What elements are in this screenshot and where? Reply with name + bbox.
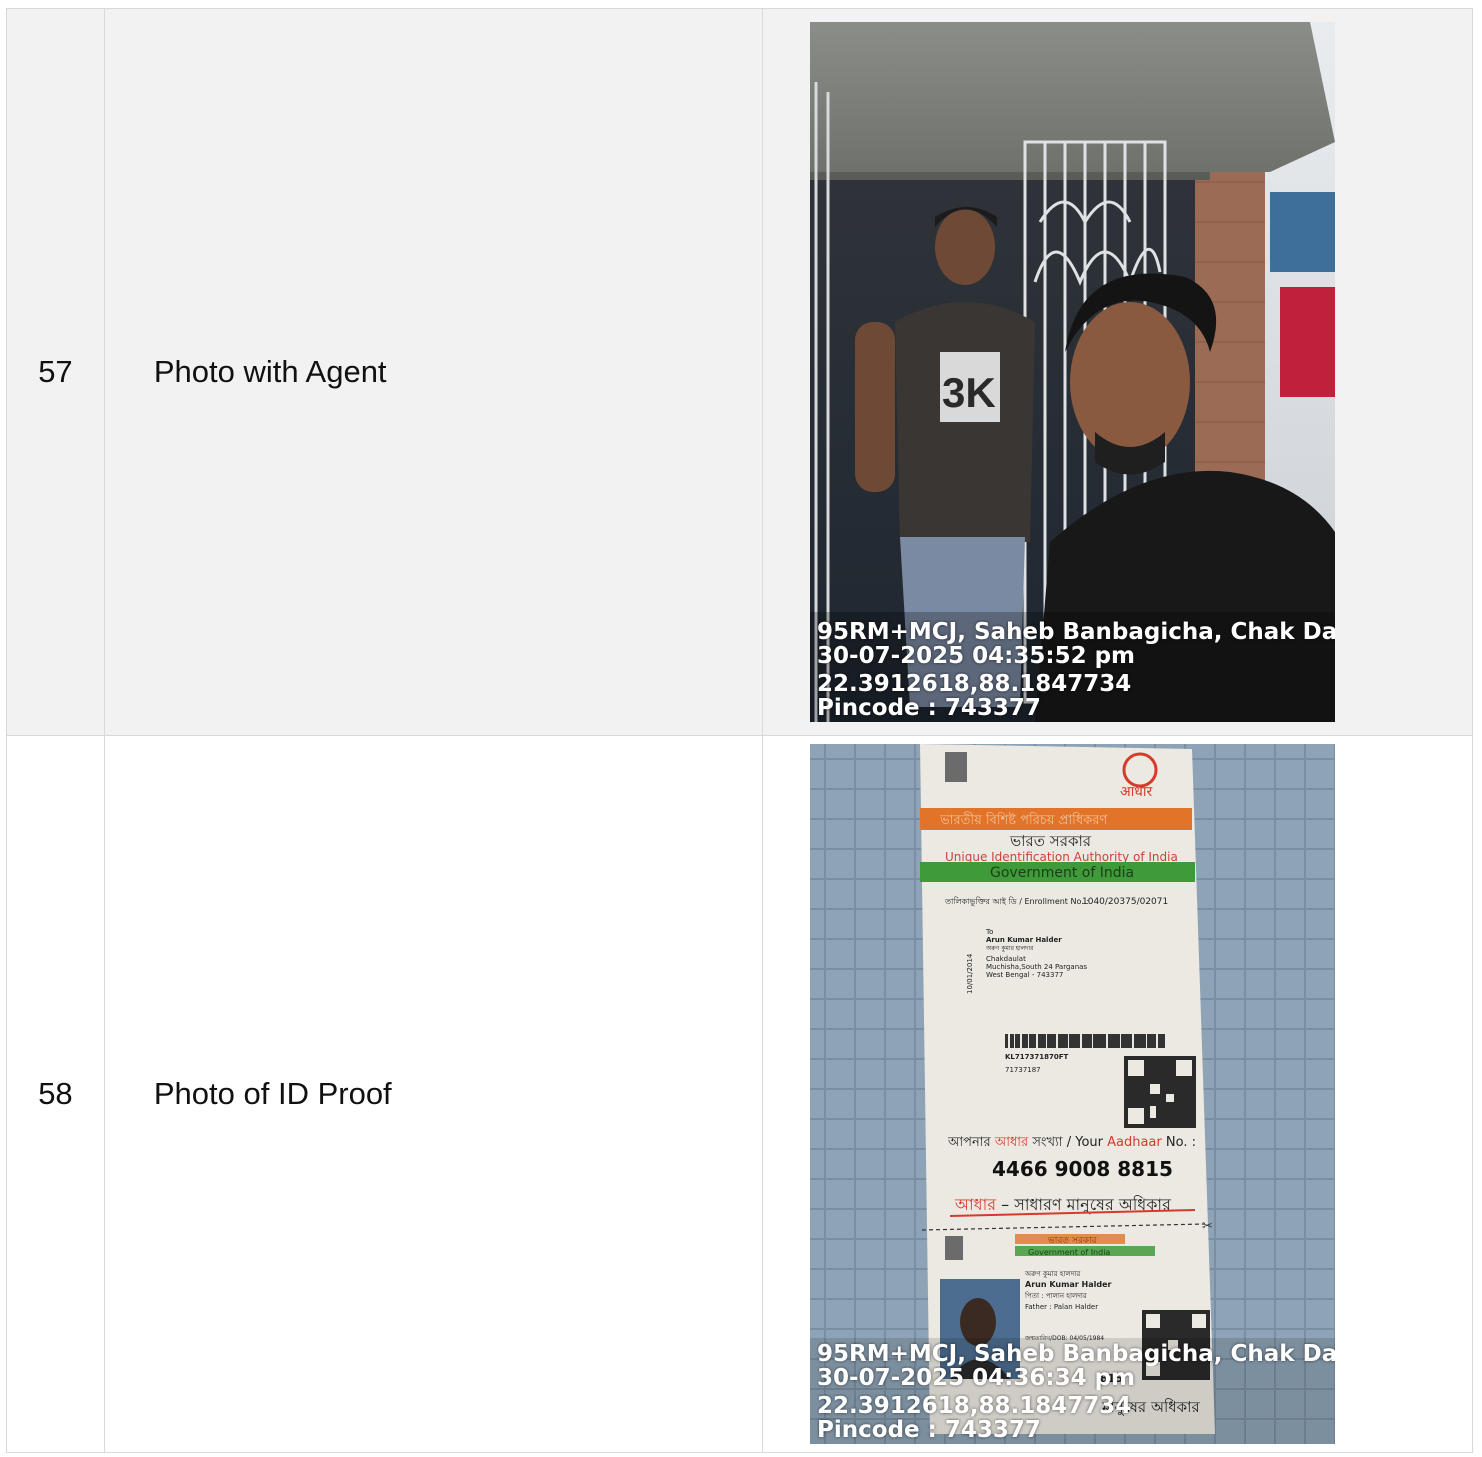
card-barcode-num: 71737187 <box>1005 1066 1041 1074</box>
row-label: Photo of ID Proof <box>103 735 764 1453</box>
row-number: 57 <box>6 8 105 736</box>
stamp-pincode: Pincode : 743377 <box>817 1418 1041 1442</box>
card-name: Arun Kumar Halder <box>986 936 1062 944</box>
agent-photo-scene: 3K <box>810 22 1336 722</box>
stamp-coords: 22.3912618,88.1847734 <box>817 672 1132 696</box>
shirt-print: 3K <box>942 369 996 416</box>
card-enrollment-label: তালিকাভুক্তির আই ডি / Enrollment No. : <box>944 897 1089 906</box>
table-row: 57 Photo with Agent 3K 95RM+MCJ, Saheb B… <box>6 8 1473 736</box>
card-lower-father-bn: পিতা : পালান হালদার <box>1024 1292 1087 1300</box>
photo-cell: आधार ভারতীয় বিশিষ্ট পরিচয় প্রাধিকরণ ভা… <box>762 735 1473 1453</box>
card-addr1: Chakdaulat <box>986 955 1026 963</box>
card-aadhaar-number: 4466 9008 8815 <box>992 1157 1173 1181</box>
card-name-bengali: অরুণ কুমার হালদার <box>985 945 1034 952</box>
card-lower-father: Father : Palan Halder <box>1025 1303 1098 1311</box>
row-label: Photo with Agent <box>103 8 764 736</box>
card-enrollment-no: 1040/20375/02071 <box>1082 897 1168 907</box>
stamp-pincode: Pincode : 743377 <box>817 696 1041 720</box>
row-number: 58 <box>6 735 105 1453</box>
stamp-datetime: 30-07-2025 04:35:52 pm <box>817 644 1136 668</box>
id-proof-scene: आधार ভারতীয় বিশিষ্ট পরিচয় প্রাধিকরণ ভা… <box>810 744 1336 1444</box>
card-lower-govt-en: Government of India <box>1028 1248 1110 1257</box>
photo-stamp: 95RM+MCJ, Saheb Banbagicha, Chak Daulat … <box>817 620 1335 720</box>
card-govt-bengali: ভারত সরকার <box>1009 832 1092 850</box>
card-barcode-id: KL717371870FT <box>1005 1053 1069 1061</box>
stamp-address: 95RM+MCJ, Saheb Banbagicha, Chak Daulat <box>817 620 1336 644</box>
id-proof-photo: आधार ভারতীয় বিশিষ্ট পরিচয় প্রাধিকরণ ভা… <box>810 744 1336 1444</box>
qr-code-icon <box>1124 1056 1197 1128</box>
report-table: 57 Photo with Agent 3K 95RM+MCJ, Saheb B… <box>6 8 1473 1453</box>
card-side-date: 10/01/2014 <box>966 953 974 994</box>
card-your-no: আপনার আধার সংখ্যা / Your Aadhaar No. : <box>947 1135 1196 1150</box>
card-header-bengali: ভারতীয় বিশিষ্ট পরিচয় প্রাধিকরণ <box>939 812 1108 828</box>
card-uidai: Unique Identification Authority of India <box>945 850 1178 864</box>
card-lower-name-bn: অরুণ কুমার হালদার <box>1024 1270 1080 1278</box>
card-addr2: Muchisha,South 24 Parganas <box>986 963 1087 971</box>
card-addr3: West Bengal - 743377 <box>986 971 1063 979</box>
stamp-datetime: 30-07-2025 04:36:34 pm <box>817 1366 1136 1390</box>
photo-cell: 3K 95RM+MCJ, Saheb Banbagicha, Chak Daul… <box>762 8 1473 736</box>
photo-stamp: 95RM+MCJ, Saheb Banbagicha, Chak Daulat … <box>817 1342 1335 1442</box>
stamp-address: 95RM+MCJ, Saheb Banbagicha, Chak Daulat <box>817 1342 1336 1366</box>
card-logo-word: आधार <box>1120 784 1153 800</box>
card-to: To <box>985 928 993 936</box>
stamp-coords: 22.3912618,88.1847734 <box>817 1394 1132 1418</box>
table-row: 58 Photo of ID Proof आधार ভারতীয় বিশিষ্… <box>6 735 1473 1453</box>
card-govt-english: Government of India <box>990 865 1134 881</box>
barcode-icon <box>1005 1034 1166 1048</box>
agent-photo: 3K 95RM+MCJ, Saheb Banbagicha, Chak Daul… <box>810 22 1336 722</box>
scissors-icon: ✂ <box>1202 1219 1213 1234</box>
card-lower-govt-bn: ভারত সরকার <box>1047 1236 1098 1246</box>
card-lower-name: Arun Kumar Halder <box>1025 1280 1112 1289</box>
